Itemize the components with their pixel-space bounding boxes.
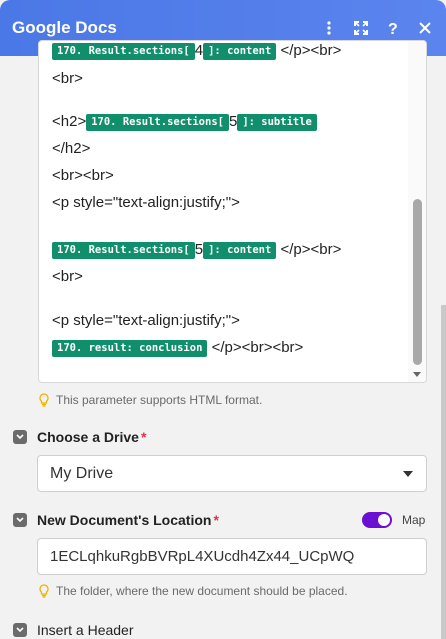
editor-text: <br>	[52, 70, 83, 87]
map-toggle-label: Map	[402, 513, 426, 527]
editor-line: <h2> 170. Result.sections[5]: subtitle	[52, 112, 317, 132]
mapped-variable-pill[interactable]: 170. Result.sections[	[52, 43, 195, 60]
folder-hint-text: The folder, where the new document shoul…	[56, 584, 348, 598]
svg-text:?: ?	[388, 21, 398, 36]
mapped-variable-pill[interactable]: 170. result: conclusion	[52, 340, 208, 357]
editor-line: <p style="text-align:justify;">	[52, 311, 240, 331]
close-icon[interactable]	[416, 19, 434, 37]
panel-scrollbar[interactable]	[441, 305, 446, 639]
editor-text: </p><br>	[276, 42, 342, 59]
editor-text: </p><br><br>	[207, 339, 304, 356]
location-collapse-toggle[interactable]	[13, 513, 27, 527]
expand-icon[interactable]	[352, 19, 370, 37]
header-actions: ?	[320, 19, 434, 37]
editor-text: </p><br>	[276, 241, 342, 258]
editor-content[interactable]: 170. Result.sections[4]: content </p><br…	[39, 41, 408, 382]
editor-text: <p style="text-align:justify;">	[52, 312, 240, 329]
editor-line: <br>	[52, 267, 83, 287]
html-format-hint: This parameter supports HTML format.	[38, 393, 262, 407]
editor-scrollbar[interactable]	[408, 41, 426, 382]
editor-line: <p style="text-align:justify;">	[52, 193, 240, 213]
mapped-variable-pill[interactable]: ]: content	[203, 242, 277, 259]
lightbulb-icon	[39, 393, 49, 407]
choose-drive-label: Choose a Drive *	[37, 429, 146, 445]
editor-line: 170. result: conclusion </p><br><br>	[52, 338, 303, 358]
chevron-down-icon	[16, 434, 24, 440]
editor-text: 5	[228, 113, 238, 130]
editor-scrollbar-thumb[interactable]	[413, 199, 422, 365]
editor-line: </h2>	[52, 139, 90, 159]
editor-text: </h2>	[52, 140, 91, 157]
mapped-variable-pill[interactable]: ]: subtitle	[237, 114, 317, 131]
editor-text: <h2>	[52, 113, 87, 130]
choose-drive-collapse-toggle[interactable]	[13, 430, 27, 444]
insert-header-label: Insert a Header	[37, 622, 134, 638]
chevron-down-icon	[16, 627, 24, 633]
editor-text: <p style="text-align:justify;">	[52, 194, 240, 211]
editor-text: 5	[194, 241, 204, 258]
location-label-text: New Document's Location	[37, 512, 212, 528]
required-marker: *	[213, 512, 219, 528]
drive-select[interactable]: My Drive	[37, 455, 427, 492]
editor-line: <br><br>	[52, 166, 114, 186]
scroll-down-arrow-icon[interactable]	[413, 372, 421, 377]
editor-text: <br>	[52, 268, 83, 285]
html-format-hint-text: This parameter supports HTML format.	[56, 393, 263, 407]
help-icon[interactable]: ?	[384, 19, 402, 37]
editor-line: 170. Result.sections[5]: content </p><br…	[52, 240, 341, 260]
mapped-variable-pill[interactable]: ]: content	[203, 43, 277, 60]
chevron-down-icon	[16, 517, 24, 523]
folder-id-value: 1ECLqhkuRgbBVRpL4XUcdh4Zx44_UCpWQ	[50, 548, 355, 565]
insert-header-collapse-toggle[interactable]	[13, 623, 27, 637]
lightbulb-icon	[39, 584, 49, 598]
map-toggle-switch[interactable]	[362, 512, 392, 528]
mapped-variable-pill[interactable]: 170. Result.sections[	[52, 242, 195, 259]
editor-text: <br><br>	[52, 167, 114, 184]
caret-down-icon	[403, 471, 413, 477]
choose-drive-label-text: Choose a Drive	[37, 429, 139, 445]
html-content-editor[interactable]: 170. Result.sections[4]: content </p><br…	[38, 40, 427, 383]
drive-select-value: My Drive	[50, 464, 114, 482]
more-vert-icon[interactable]	[320, 19, 338, 37]
required-marker: *	[140, 429, 147, 445]
mapped-variable-pill[interactable]: 170. Result.sections[	[86, 114, 229, 131]
editor-line: 170. Result.sections[4]: content </p><br…	[52, 41, 341, 61]
editor-line: <br>	[52, 69, 83, 89]
folder-id-input[interactable]: 1ECLqhkuRgbBVRpL4XUcdh4Zx44_UCpWQ	[37, 538, 427, 575]
map-toggle-knob	[378, 514, 390, 526]
folder-hint: The folder, where the new document shoul…	[38, 584, 348, 598]
editor-text: 4	[194, 42, 204, 59]
module-title: Google Docs	[12, 18, 117, 37]
location-label: New Document's Location *	[37, 512, 219, 528]
